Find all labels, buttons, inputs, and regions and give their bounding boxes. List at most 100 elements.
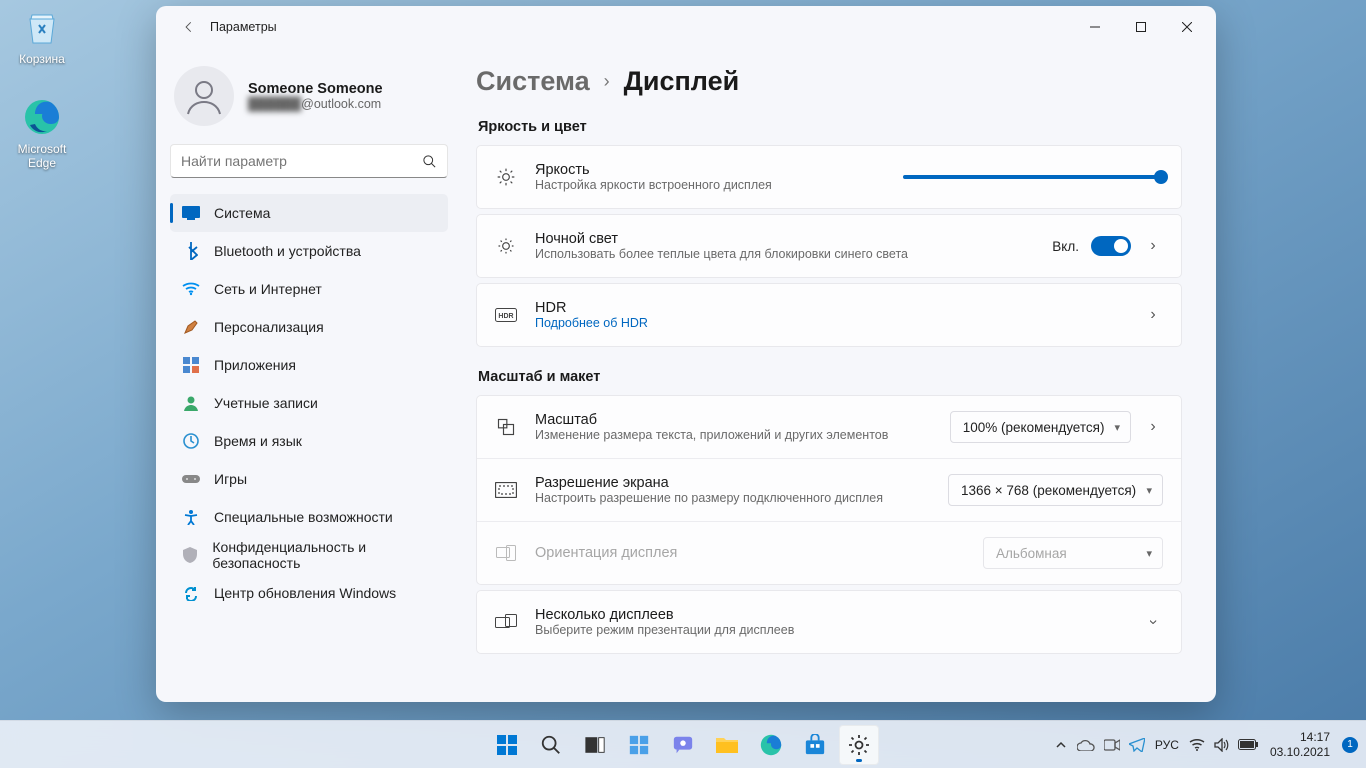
sidebar-item-update[interactable]: Центр обновления Windows xyxy=(170,574,448,612)
meet-now-icon[interactable] xyxy=(1104,738,1120,752)
sidebar-item-system[interactable]: Система xyxy=(170,194,448,232)
start-button[interactable] xyxy=(487,725,527,765)
recycle-bin-icon xyxy=(21,6,63,48)
edge-icon xyxy=(21,96,63,138)
settings-window: Параметры Someone Someone ██████@outlook… xyxy=(156,6,1216,702)
brush-icon xyxy=(182,318,200,336)
window-title: Параметры xyxy=(210,20,277,34)
volume-icon xyxy=(1214,738,1229,752)
desktop-icon-label: Microsoft Edge xyxy=(18,142,67,170)
close-button[interactable] xyxy=(1164,11,1210,43)
sidebar-item-apps[interactable]: Приложения xyxy=(170,346,448,384)
taskbar-taskview[interactable] xyxy=(575,725,615,765)
apps-icon xyxy=(182,356,200,374)
language-indicator[interactable]: РУС xyxy=(1155,738,1179,752)
taskbar-widgets[interactable] xyxy=(619,725,659,765)
row-title: Ночной свет xyxy=(535,231,1034,247)
onedrive-icon[interactable] xyxy=(1077,739,1095,751)
svg-text:HDR: HDR xyxy=(498,313,513,320)
sidebar-item-time-lang[interactable]: Время и язык xyxy=(170,422,448,460)
notification-badge[interactable]: 1 xyxy=(1342,737,1358,753)
multi-display-icon xyxy=(495,614,517,630)
row-subtitle: Использовать более теплые цвета для блок… xyxy=(535,247,1034,261)
sun-icon xyxy=(495,167,517,187)
taskbar-edge[interactable] xyxy=(751,725,791,765)
row-nightlight[interactable]: Ночной свет Использовать более теплые цв… xyxy=(477,215,1181,277)
row-resolution[interactable]: Разрешение экрана Настроить разрешение п… xyxy=(477,459,1181,521)
shield-icon xyxy=(182,546,198,564)
update-icon xyxy=(182,584,200,602)
taskbar-explorer[interactable] xyxy=(707,725,747,765)
maximize-button[interactable] xyxy=(1118,11,1164,43)
sidebar: Someone Someone ██████@outlook.com Систе… xyxy=(156,48,462,702)
back-button[interactable] xyxy=(174,12,204,42)
desktop-icon-label: Корзина xyxy=(19,52,65,66)
row-subtitle: Настройка яркости встроенного дисплея xyxy=(535,178,885,192)
row-title: Масштаб xyxy=(535,412,932,428)
search-box[interactable] xyxy=(170,144,448,178)
row-title: Ориентация дисплея xyxy=(535,545,965,561)
row-title: Несколько дисплеев xyxy=(535,607,1125,623)
breadcrumb: Система › Дисплей xyxy=(476,66,1182,97)
taskbar-chat[interactable] xyxy=(663,725,703,765)
sidebar-item-games[interactable]: Игры xyxy=(170,460,448,498)
battery-icon xyxy=(1238,739,1258,750)
telegram-icon[interactable] xyxy=(1129,738,1145,752)
row-title: Яркость xyxy=(535,162,885,178)
sidebar-item-label: Сеть и Интернет xyxy=(214,281,322,297)
row-hdr[interactable]: HDR HDR Подробнее об HDR › xyxy=(477,284,1181,346)
sidebar-item-label: Игры xyxy=(214,471,247,487)
taskbar-settings[interactable] xyxy=(839,725,879,765)
sidebar-item-personalization[interactable]: Персонализация xyxy=(170,308,448,346)
sidebar-item-accessibility[interactable]: Специальные возможности xyxy=(170,498,448,536)
chevron-right-icon[interactable]: › xyxy=(1143,418,1163,436)
taskbar-store[interactable] xyxy=(795,725,835,765)
toggle-label: Вкл. xyxy=(1052,239,1079,254)
time: 14:17 xyxy=(1300,730,1330,745)
wifi-icon xyxy=(1189,739,1205,751)
sidebar-item-privacy[interactable]: Конфиденциальность и безопасность xyxy=(170,536,448,574)
chevron-right-icon[interactable]: › xyxy=(1143,237,1163,255)
taskbar-search[interactable] xyxy=(531,725,571,765)
profile-block[interactable]: Someone Someone ██████@outlook.com xyxy=(170,58,448,144)
sidebar-item-label: Конфиденциальность и безопасность xyxy=(212,539,436,571)
search-input[interactable] xyxy=(181,153,422,169)
sidebar-item-accounts[interactable]: Учетные записи xyxy=(170,384,448,422)
row-multi-display[interactable]: Несколько дисплеев Выберите режим презен… xyxy=(477,591,1181,653)
section-brightness-color: Яркость и цвет xyxy=(478,119,1182,135)
sidebar-item-label: Система xyxy=(214,205,270,221)
nightlight-card: Ночной свет Использовать более теплые цв… xyxy=(476,214,1182,278)
quick-settings[interactable] xyxy=(1189,738,1258,752)
tray-overflow[interactable] xyxy=(1055,739,1067,751)
row-title: Разрешение экрана xyxy=(535,475,930,491)
chevron-down-icon[interactable]: › xyxy=(1144,612,1162,632)
row-subtitle: Выберите режим презентации для дисплеев xyxy=(535,623,1125,637)
desktop-icon-recycle-bin[interactable]: Корзина xyxy=(4,6,80,66)
clock[interactable]: 14:17 03.10.2021 xyxy=(1268,730,1332,760)
hdr-card: HDR HDR Подробнее об HDR › xyxy=(476,283,1182,347)
row-subtitle: Настроить разрешение по размеру подключе… xyxy=(535,491,930,505)
gamepad-icon xyxy=(182,470,200,488)
row-scale[interactable]: Масштаб Изменение размера текста, прилож… xyxy=(477,396,1181,458)
resolution-icon xyxy=(495,482,517,498)
sidebar-item-network[interactable]: Сеть и Интернет xyxy=(170,270,448,308)
breadcrumb-parent[interactable]: Система xyxy=(476,66,590,97)
breadcrumb-current: Дисплей xyxy=(624,66,740,97)
row-brightness[interactable]: Яркость Настройка яркости встроенного ди… xyxy=(477,146,1181,208)
chevron-down-icon: ▾ xyxy=(1114,421,1120,434)
wifi-icon xyxy=(182,280,200,298)
avatar xyxy=(174,66,234,126)
profile-name: Someone Someone xyxy=(248,81,383,97)
sidebar-item-label: Учетные записи xyxy=(214,395,318,411)
scale-select[interactable]: 100% (рекомендуется)▾ xyxy=(950,411,1131,443)
minimize-button[interactable] xyxy=(1072,11,1118,43)
chevron-down-icon: ▾ xyxy=(1146,484,1152,497)
brightness-slider[interactable] xyxy=(903,175,1163,179)
resolution-select[interactable]: 1366 × 768 (рекомендуется)▾ xyxy=(948,474,1163,506)
chevron-right-icon[interactable]: › xyxy=(1143,306,1163,324)
nightlight-icon xyxy=(495,236,517,256)
hdr-link[interactable]: Подробнее об HDR xyxy=(535,316,1125,330)
desktop-icon-edge[interactable]: Microsoft Edge xyxy=(4,96,80,170)
nightlight-toggle[interactable] xyxy=(1091,236,1131,256)
sidebar-item-bluetooth[interactable]: Bluetooth и устройства xyxy=(170,232,448,270)
